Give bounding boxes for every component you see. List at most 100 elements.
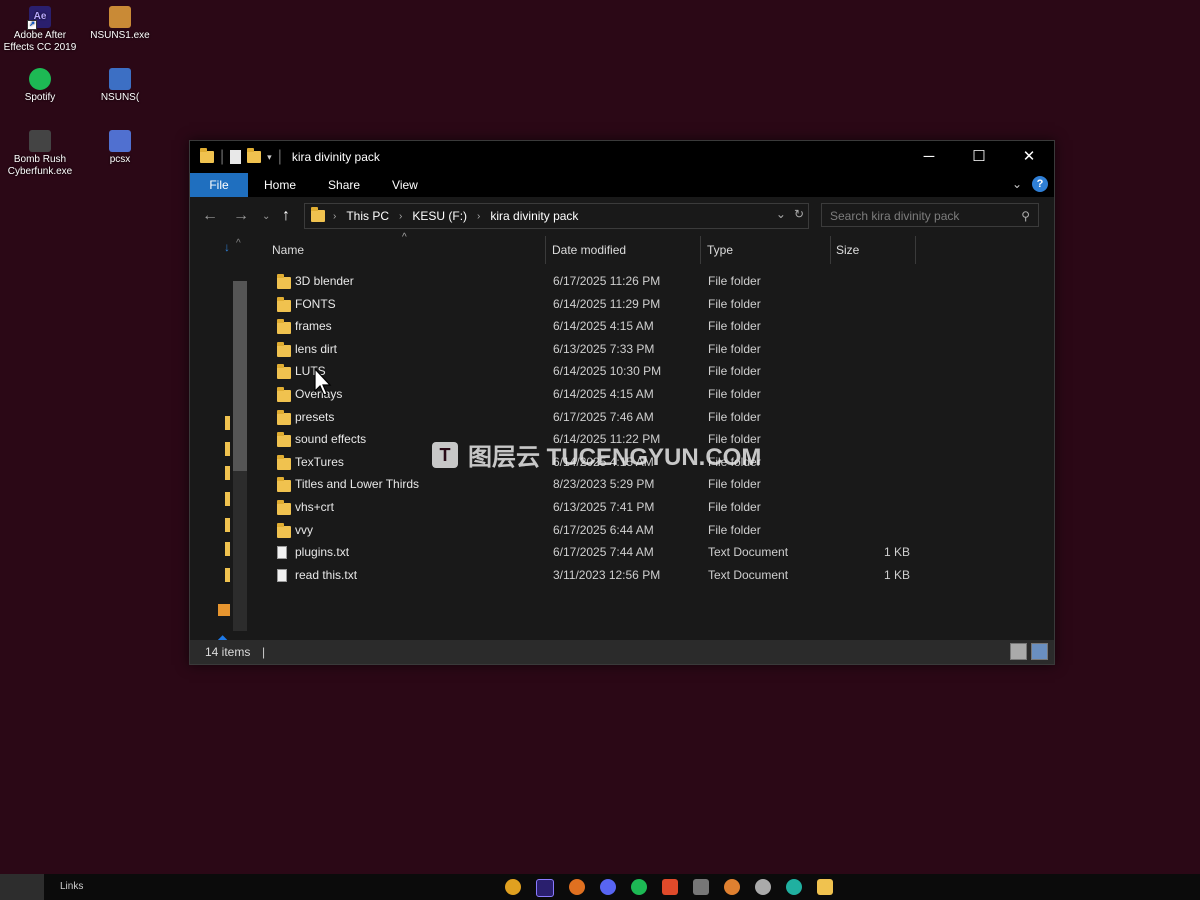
title-bar[interactable]: | ▾ | kira divinity pack ─ ☐ ✕ [190, 141, 1054, 173]
expand-ribbon-icon[interactable]: ⌄ [1012, 177, 1022, 191]
column-header-size[interactable]: Size [836, 236, 859, 264]
file-date-modified: 6/14/2025 10:30 PM [553, 364, 662, 379]
file-date-modified: 6/17/2025 6:44 AM [553, 522, 654, 537]
up-icon[interactable]: ↑ [282, 207, 290, 225]
folder-icon[interactable] [225, 492, 230, 506]
breadcrumb-drive[interactable]: KESU (F:) [412, 209, 467, 223]
tab-view[interactable]: View [376, 173, 434, 197]
address-dropdown-icon[interactable]: ⌄ [776, 207, 786, 221]
scroll-up-icon[interactable]: ^ [236, 238, 241, 249]
details-view-button[interactable] [1010, 643, 1027, 660]
folder-icon [277, 319, 291, 335]
folder-icon [277, 409, 291, 425]
address-bar[interactable]: › This PC › KESU (F:) › kira divinity pa… [304, 203, 809, 229]
file-row[interactable]: Overlays 6/14/2025 4:15 AM File folder [274, 383, 924, 405]
file-row[interactable]: vvy 6/17/2025 6:44 AM File folder [274, 519, 924, 541]
file-name: Titles and Lower Thirds [295, 477, 420, 492]
start-button[interactable] [0, 874, 44, 900]
brave-icon[interactable] [662, 879, 678, 895]
breadcrumb-current-folder[interactable]: kira divinity pack [490, 209, 578, 223]
file-row[interactable]: frames 6/14/2025 4:15 AM File folder [274, 315, 924, 337]
tab-home[interactable]: Home [248, 173, 312, 197]
after-effects-icon[interactable] [536, 879, 554, 897]
column-separator[interactable] [915, 236, 916, 264]
pin-icon: ↓ [224, 240, 230, 254]
column-header-name[interactable]: Name [272, 236, 304, 264]
spotify-icon[interactable] [631, 879, 647, 895]
onedrive-folder-icon[interactable] [218, 604, 230, 616]
watermark-logo: T [432, 441, 458, 468]
discord-icon[interactable] [600, 879, 616, 895]
folder-icon[interactable] [225, 518, 230, 532]
app-icon[interactable] [693, 879, 709, 895]
desktop-icon-after-effects[interactable]: Ae ↗ Adobe After Effects CC 2019 [1, 6, 79, 54]
breadcrumb-this-pc[interactable]: This PC [346, 209, 389, 223]
after-effects-icon: Ae ↗ [27, 6, 51, 30]
tab-share[interactable]: Share [312, 173, 376, 197]
links-toolbar[interactable]: Links [60, 874, 83, 900]
file-row[interactable]: presets 6/17/2025 7:46 AM File folder [274, 406, 924, 428]
column-separator[interactable] [545, 236, 546, 264]
nav-scrollbar-thumb[interactable] [233, 281, 247, 471]
new-folder-icon[interactable] [247, 148, 262, 163]
desktop-icon-pcsx[interactable]: pcsx [81, 130, 159, 166]
chevron-right-icon[interactable]: › [477, 211, 480, 222]
folder-icon[interactable] [225, 542, 230, 556]
navigation-pane[interactable]: ↓ ^ ◆ [190, 236, 252, 646]
folder-icon[interactable] [225, 416, 230, 430]
desktop-icon-spotify[interactable]: Spotify [1, 68, 79, 104]
file-name: vhs+crt [295, 500, 335, 514]
file-row[interactable]: 3D blender 6/17/2025 11:26 PM File folder [274, 270, 924, 292]
app-icon[interactable] [724, 879, 740, 895]
folder-icon[interactable] [225, 568, 230, 582]
desktop-icon-bomb-rush[interactable]: Bomb Rush Cyberfunk.exe [1, 130, 79, 178]
back-icon[interactable]: ← [202, 207, 218, 225]
customize-toolbar-icon[interactable]: ▾ [267, 152, 272, 163]
game-icon [109, 68, 131, 90]
file-date-modified: 6/14/2025 4:15 AM [553, 319, 654, 334]
minimize-button[interactable]: ─ [904, 141, 954, 171]
file-row[interactable]: read this.txt 3/11/2023 12:56 PM Text Docu… [274, 564, 924, 586]
file-type: File folder [708, 522, 761, 537]
column-separator[interactable] [830, 236, 831, 264]
mouse-cursor-icon [314, 368, 332, 396]
chevron-right-icon[interactable]: › [399, 211, 402, 222]
file-row[interactable]: vhs+crt 6/13/2025 7:41 PM File folder [274, 496, 924, 518]
file-row[interactable]: FONTS 6/14/2025 11:29 PM File folder [274, 293, 924, 315]
folder-icon[interactable] [225, 466, 230, 480]
folder-icon[interactable] [225, 442, 230, 456]
recent-locations-icon[interactable]: ⌄ [262, 211, 270, 222]
column-header-type[interactable]: Type [707, 236, 733, 264]
game-icon [109, 6, 131, 28]
chrome-icon[interactable] [505, 879, 521, 895]
close-button[interactable]: ✕ [1004, 141, 1054, 171]
forward-icon[interactable]: → [233, 207, 249, 225]
search-input[interactable]: Search kira divinity pack ⚲ [821, 203, 1039, 227]
column-separator[interactable] [700, 236, 701, 264]
maximize-button[interactable]: ☐ [954, 141, 1004, 171]
large-icons-view-button[interactable] [1031, 643, 1048, 660]
desktop-icon-nsuns[interactable]: NSUNS( [81, 68, 159, 104]
file-row[interactable]: LUTS 6/14/2025 10:30 PM File folder [274, 360, 924, 382]
blender-icon[interactable] [569, 879, 585, 895]
chevron-right-icon[interactable]: › [333, 211, 336, 222]
file-date-modified: 6/13/2025 7:41 PM [553, 500, 655, 514]
tab-file[interactable]: File [190, 173, 248, 197]
file-type: Text Document [708, 545, 789, 560]
file-row[interactable]: Titles and Lower Thirds 8/23/2023 5:29 PM… [274, 473, 924, 495]
search-placeholder: Search kira divinity pack [830, 209, 960, 223]
file-explorer-window: | ▾ | kira divinity pack ─ ☐ ✕ File Home… [189, 140, 1055, 665]
refresh-icon[interactable]: ↻ [794, 207, 804, 221]
app-icon[interactable] [755, 879, 771, 895]
help-icon[interactable]: ? [1032, 176, 1048, 192]
desktop-icon-nsuns1[interactable]: NSUNS1.exe [81, 6, 159, 42]
file-date-modified: 6/17/2025 11:26 PM [553, 274, 661, 288]
app-icon[interactable] [786, 879, 802, 895]
file-row[interactable]: lens dirt 6/13/2025 7:33 PM File folder [274, 338, 924, 360]
file-type: Text Document [708, 567, 789, 582]
item-count: 14 items [205, 645, 251, 659]
column-header-date[interactable]: Date modified [552, 236, 626, 264]
file-row[interactable]: plugins.txt 6/17/2025 7:44 AM Text Documen… [274, 541, 924, 563]
properties-icon[interactable] [230, 150, 242, 164]
file-explorer-icon[interactable] [817, 879, 833, 895]
